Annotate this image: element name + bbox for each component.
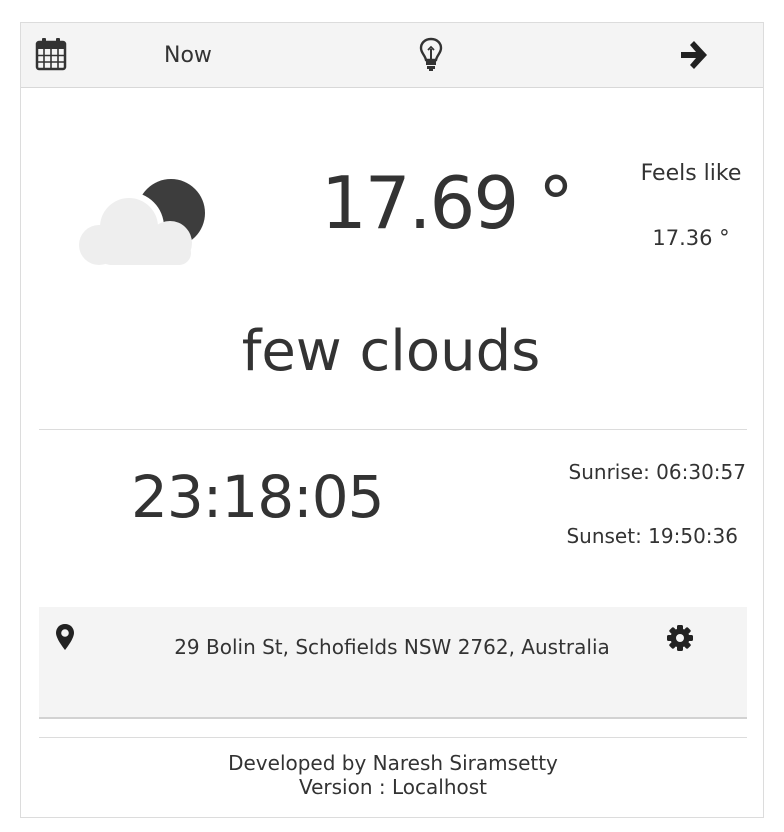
weather-description: few clouds — [241, 319, 541, 384]
top-nav-bar: Now — [21, 23, 763, 88]
gear-icon[interactable] — [665, 623, 695, 653]
divider — [39, 429, 747, 430]
map-pin-icon — [55, 623, 75, 651]
location-address: 29 Bolin St, Schofields NSW 2762, Austra… — [174, 635, 610, 659]
sunrise-time: Sunrise: 06:30:57 — [568, 460, 746, 484]
location-panel: 29 Bolin St, Schofields NSW 2762, Austra… — [39, 607, 747, 719]
developer-credit: Developed by Naresh Siramsetty — [228, 751, 558, 775]
lightbulb-icon[interactable] — [419, 37, 443, 73]
feels-like-label: Feels like — [640, 161, 742, 186]
current-temperature: 17.69 ° — [321, 161, 574, 245]
footer: Developed by Naresh Siramsetty Version :… — [39, 751, 747, 799]
sunset-time: Sunset: 19:50:36 — [566, 524, 738, 548]
now-tab[interactable]: Now — [164, 43, 212, 68]
current-time: 23:18:05 — [131, 463, 385, 531]
version-label: Version : Localhost — [298, 775, 487, 799]
feels-like-value: 17.36 ° — [652, 226, 730, 250]
divider — [39, 737, 747, 738]
calendar-icon[interactable] — [35, 37, 67, 71]
arrow-right-icon[interactable] — [679, 39, 709, 71]
weather-card: Now 17.69 ° Feels like 17.36 ° few cloud… — [20, 22, 764, 818]
few-clouds-night-icon — [71, 173, 211, 273]
